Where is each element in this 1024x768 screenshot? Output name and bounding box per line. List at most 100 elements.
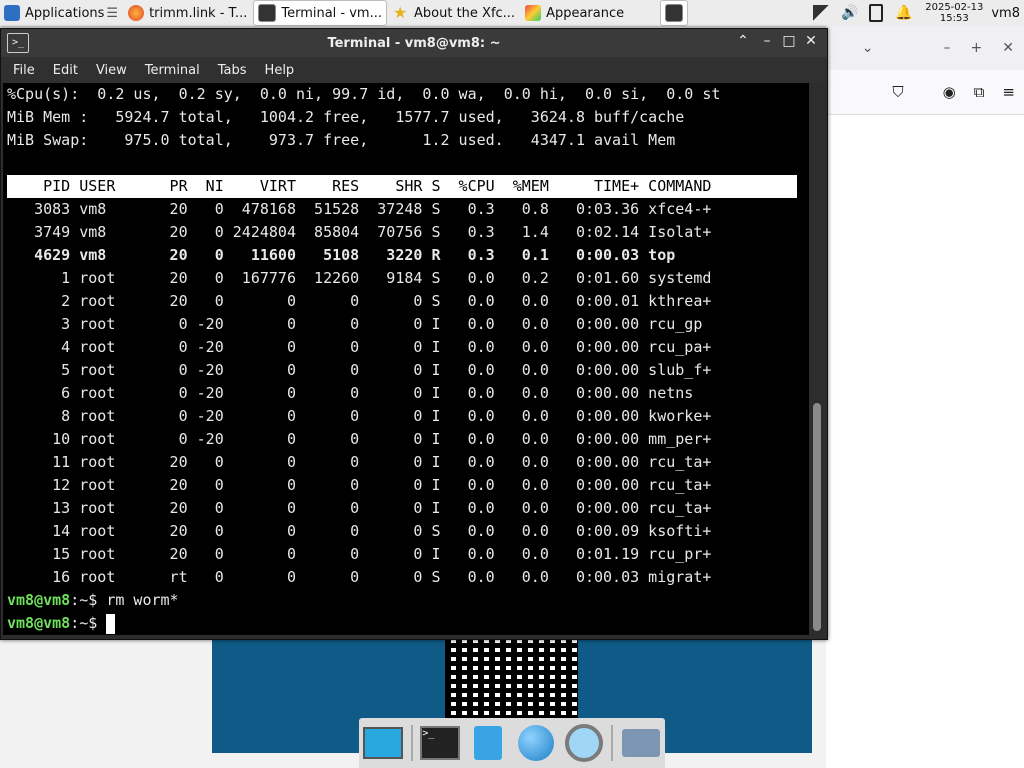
close-icon[interactable]: ✕ bbox=[1002, 40, 1014, 56]
maximize-icon[interactable]: □ bbox=[781, 33, 797, 51]
extensions-icon[interactable]: ⧉ bbox=[974, 83, 985, 101]
workspace-terminal-button[interactable] bbox=[660, 0, 689, 26]
pocket-icon[interactable]: ⛉ bbox=[892, 83, 903, 101]
process-row: 10 root 0 -20 0 0 0 I 0.0 0.0 0:00.00 mm… bbox=[7, 430, 712, 448]
clock-time: 15:53 bbox=[939, 13, 969, 24]
dock-separator bbox=[410, 725, 413, 761]
process-row: 6 root 0 -20 0 0 0 I 0.0 0.0 0:00.00 net… bbox=[7, 384, 694, 402]
process-row: 8 root 0 -20 0 0 0 I 0.0 0.0 0:00.00 kwo… bbox=[7, 407, 712, 425]
menu-help[interactable]: Help bbox=[265, 63, 295, 78]
account-icon[interactable]: ◉ bbox=[943, 83, 956, 101]
task-appearance-label: Appearance bbox=[546, 5, 625, 21]
terminal-screen[interactable]: %Cpu(s): 0.2 us, 0.2 sy, 0.0 ni, 99.7 id… bbox=[3, 83, 809, 635]
task-about-xfce[interactable]: ★ About the Xfc... bbox=[389, 1, 519, 25]
process-row: 11 root 20 0 0 0 0 I 0.0 0.0 0:00.00 rcu… bbox=[7, 453, 712, 471]
task-firefox[interactable]: trimm.link - T... bbox=[124, 1, 251, 25]
process-row: 3083 vm8 20 0 478168 51528 37248 S 0.3 0… bbox=[7, 200, 712, 218]
clock-date: 2025-02-13 bbox=[925, 2, 984, 13]
process-row: 15 root 20 0 0 0 0 I 0.0 0.0 0:01.19 rcu… bbox=[7, 545, 712, 563]
dock-separator bbox=[611, 725, 614, 761]
background-browser-window: ⌄ – + ✕ ⛉ ◉ ⧉ ≡ bbox=[826, 26, 1024, 768]
command-text: rm worm* bbox=[106, 591, 179, 609]
notification-bell-icon[interactable]: 🔔 bbox=[895, 5, 912, 21]
terminal-window: >_ Terminal - vm8@vm8: ~ ⌃ – □ ✕ File Ed… bbox=[0, 28, 828, 640]
process-row: 12 root 20 0 0 0 0 I 0.0 0.0 0:00.00 rcu… bbox=[7, 476, 712, 494]
xfce-logo-icon bbox=[4, 5, 20, 21]
process-row: 2 root 20 0 0 0 0 S 0.0 0.0 0:00.01 kthr… bbox=[7, 292, 712, 310]
file-cabinet-icon bbox=[474, 726, 503, 760]
user-menu[interactable]: vm8 bbox=[991, 6, 1020, 21]
dock-terminal[interactable]: >_ bbox=[420, 724, 461, 762]
process-row: 14 root 20 0 0 0 0 S 0.0 0.0 0:00.09 kso… bbox=[7, 522, 712, 540]
prompt-path: :~$ bbox=[70, 591, 107, 609]
process-row: 1 root 20 0 167776 12260 9184 S 0.0 0.2 … bbox=[7, 269, 712, 287]
folder-icon bbox=[622, 729, 661, 757]
terminal-icon bbox=[258, 4, 277, 22]
desktop-icon bbox=[362, 727, 403, 759]
process-row: 16 root rt 0 0 0 0 S 0.0 0.0 0:00.03 mig… bbox=[7, 568, 712, 586]
prompt-path: :~$ bbox=[70, 614, 107, 632]
applications-menu[interactable]: Applications ☰ bbox=[0, 1, 122, 25]
firefox-icon bbox=[128, 5, 145, 21]
network-icon[interactable] bbox=[813, 5, 830, 21]
prompt-line: vm8@vm8:~$ rm worm* bbox=[7, 589, 179, 612]
appearance-icon bbox=[525, 5, 542, 21]
process-row: 13 root 20 0 0 0 0 I 0.0 0.0 0:00.00 rcu… bbox=[7, 499, 712, 517]
magnifier-icon bbox=[564, 724, 603, 762]
system-tray: 🔊 🔔 2025-02-13 15:53 vm8 bbox=[807, 0, 1024, 26]
task-terminal-label: Terminal - vm... bbox=[281, 5, 382, 21]
dock-show-desktop[interactable] bbox=[362, 724, 403, 762]
task-about-label: About the Xfc... bbox=[414, 5, 516, 21]
applications-suffix: ☰ bbox=[106, 5, 119, 21]
text-cursor bbox=[106, 613, 116, 634]
process-row: 4 root 0 -20 0 0 0 I 0.0 0.0 0:00.00 rcu… bbox=[7, 338, 712, 356]
menu-tabs[interactable]: Tabs bbox=[218, 63, 247, 78]
process-row: 3 root 0 -20 0 0 0 I 0.0 0.0 0:00.00 rcu… bbox=[7, 315, 703, 333]
minimize-icon[interactable]: – bbox=[759, 33, 775, 51]
process-row: 3749 vm8 20 0 2424804 85804 70756 S 0.3 … bbox=[7, 223, 712, 241]
terminal-icon bbox=[665, 4, 684, 22]
maximize-icon[interactable]: + bbox=[971, 40, 983, 56]
prompt-user: vm8@vm8 bbox=[7, 614, 71, 632]
clock[interactable]: 2025-02-13 15:53 bbox=[925, 2, 983, 24]
terminal-titlebar[interactable]: >_ Terminal - vm8@vm8: ~ ⌃ – □ ✕ bbox=[1, 29, 827, 57]
dock-web-browser[interactable] bbox=[516, 724, 556, 762]
applications-label: Applications bbox=[25, 5, 105, 21]
top-panel: Applications ☰ trimm.link - T... Termina… bbox=[0, 0, 1024, 27]
menu-edit[interactable]: Edit bbox=[53, 63, 78, 78]
menu-terminal[interactable]: Terminal bbox=[145, 63, 200, 78]
prompt-line-current[interactable]: vm8@vm8:~$ bbox=[7, 612, 116, 635]
process-row: 5 root 0 -20 0 0 0 I 0.0 0.0 0:00.00 slu… bbox=[7, 361, 712, 379]
dock-app-finder[interactable] bbox=[564, 724, 604, 762]
dock-files-cabinet[interactable] bbox=[468, 724, 508, 762]
minimize-icon[interactable]: – bbox=[944, 40, 951, 56]
mem-summary-line: MiB Mem : 5924.7 total, 1004.2 free, 157… bbox=[7, 108, 685, 126]
swap-summary-line: MiB Swap: 975.0 total, 973.7 free, 1.2 u… bbox=[7, 131, 676, 149]
browser-toolbar: ⛉ ◉ ⧉ ≡ bbox=[826, 70, 1024, 115]
menu-view[interactable]: View bbox=[96, 63, 127, 78]
battery-icon[interactable] bbox=[869, 4, 884, 22]
globe-icon bbox=[517, 725, 554, 761]
dock-folder[interactable] bbox=[621, 724, 661, 762]
terminal-icon: >_ bbox=[420, 726, 461, 760]
terminal-scrollbar[interactable] bbox=[810, 83, 824, 635]
qr-code-image bbox=[445, 640, 578, 720]
task-terminal[interactable]: Terminal - vm... bbox=[253, 0, 387, 26]
scrollbar-thumb[interactable] bbox=[813, 403, 821, 631]
close-icon[interactable]: ✕ bbox=[803, 33, 819, 51]
process-table-header: PID USER PR NI VIRT RES SHR S %CPU %MEM … bbox=[7, 175, 797, 198]
tab-list-chevron-icon[interactable]: ⌄ bbox=[862, 40, 874, 56]
menu-file[interactable]: File bbox=[13, 63, 35, 78]
task-appearance[interactable]: Appearance bbox=[521, 1, 628, 25]
menu-icon[interactable]: ≡ bbox=[1002, 83, 1015, 101]
cpu-summary-line: %Cpu(s): 0.2 us, 0.2 sy, 0.0 ni, 99.7 id… bbox=[7, 85, 721, 103]
terminal-menubar: File Edit View Terminal Tabs Help bbox=[1, 57, 827, 83]
process-row-highlighted: 4629 vm8 20 0 11600 5108 3220 R 0.3 0.1 … bbox=[7, 246, 676, 264]
task-firefox-label: trimm.link - T... bbox=[149, 5, 248, 21]
star-icon: ★ bbox=[393, 3, 408, 22]
terminal-title: Terminal - vm8@vm8: ~ bbox=[327, 35, 501, 51]
collapse-icon[interactable]: ⌃ bbox=[735, 33, 751, 51]
prompt-user: vm8@vm8 bbox=[7, 591, 71, 609]
volume-icon[interactable]: 🔊 bbox=[841, 5, 858, 21]
browser-titlebar: ⌄ – + ✕ bbox=[826, 26, 1024, 70]
